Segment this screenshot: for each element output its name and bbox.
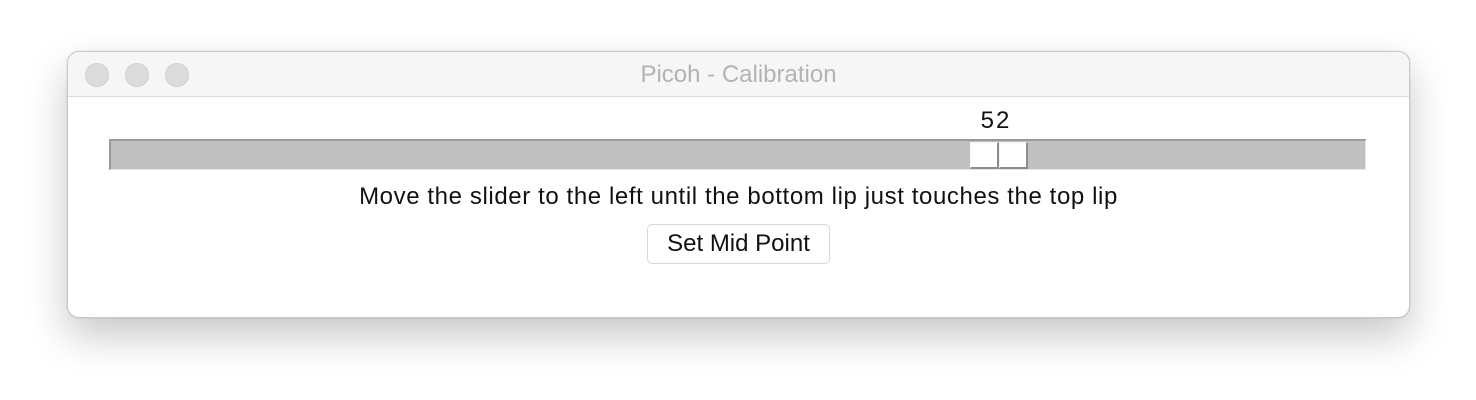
title-bar[interactable]: Picoh - Calibration: [68, 52, 1409, 97]
calibration-slider[interactable]: [109, 139, 1366, 170]
set-mid-point-button[interactable]: Set Mid Point: [647, 224, 830, 264]
window-content: 52 Move the slider to the left until the…: [68, 97, 1409, 317]
instruction-text: Move the slider to the left until the bo…: [359, 183, 1118, 210]
slider-thumb-left-half[interactable]: [970, 142, 999, 169]
calibration-window: Picoh - Calibration 52 Move the slider t…: [67, 51, 1410, 318]
slider-thumb[interactable]: [970, 142, 1028, 169]
slider-thumb-right-half[interactable]: [999, 142, 1028, 169]
slider-value-label: 52: [980, 107, 1012, 134]
window-title: Picoh - Calibration: [640, 61, 837, 88]
desktop-background: Picoh - Calibration 52 Move the slider t…: [0, 0, 1476, 400]
